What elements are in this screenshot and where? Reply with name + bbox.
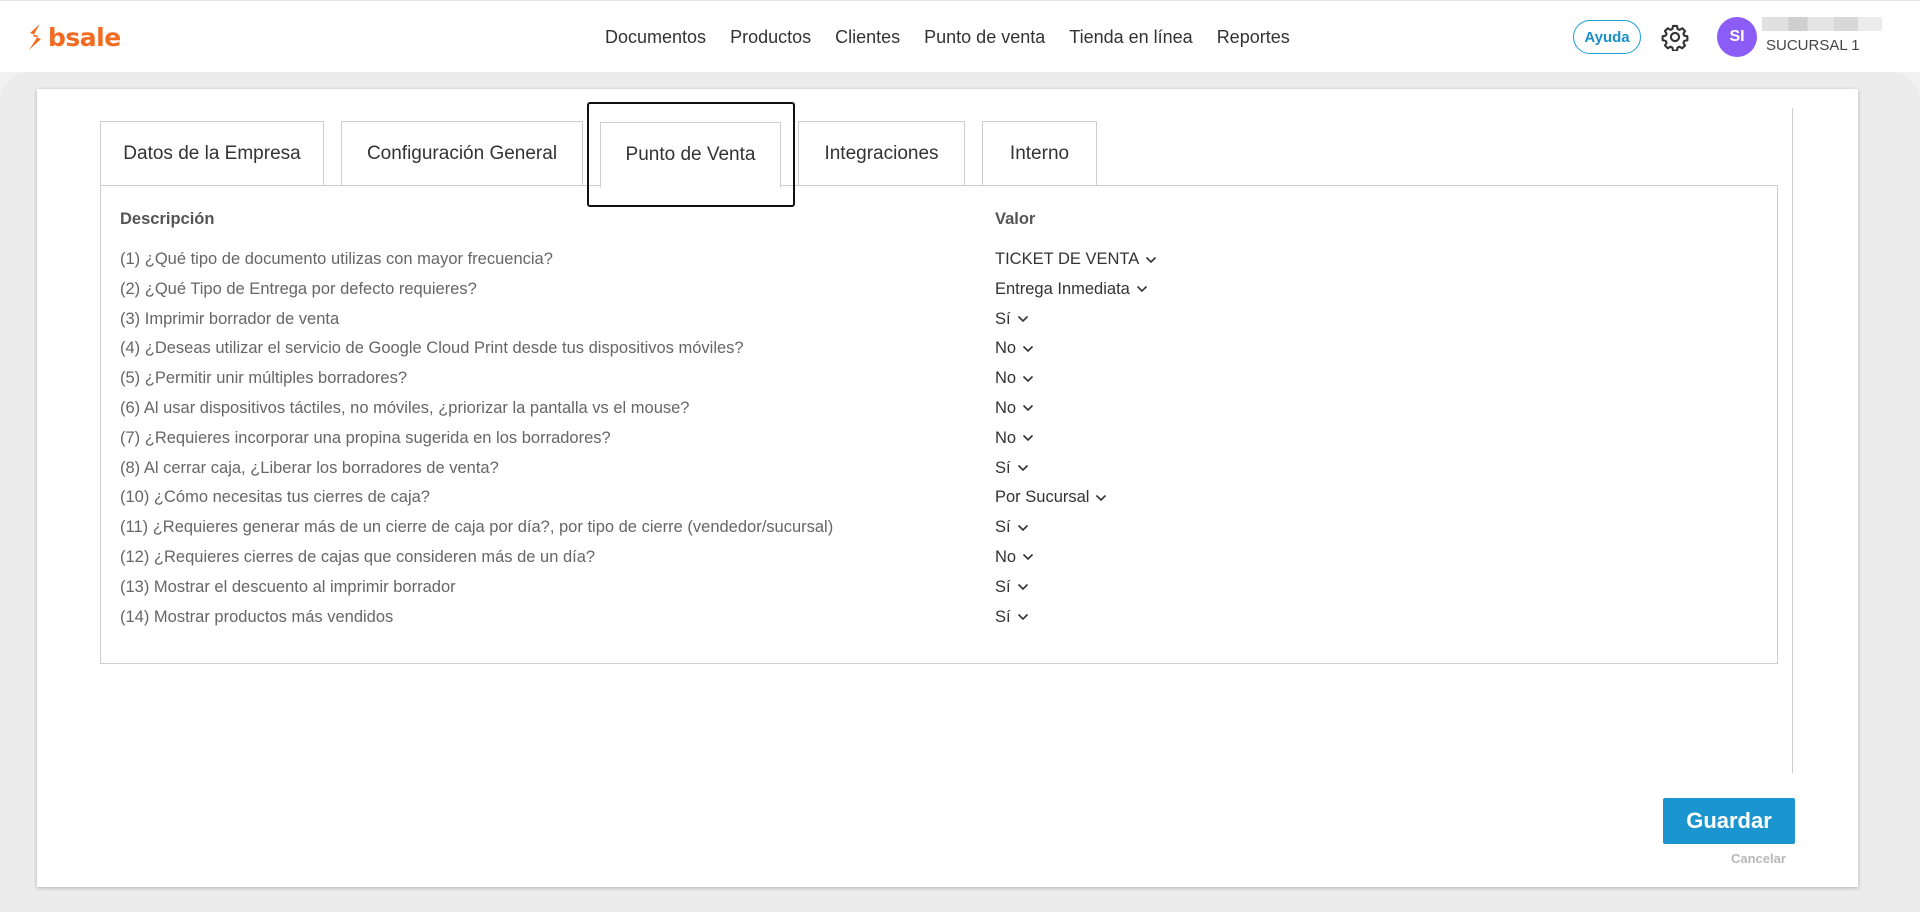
gear-icon[interactable] [1661,23,1689,51]
setting-description: (3) Imprimir borrador de venta [120,309,340,328]
setting-description: (14) Mostrar productos más vendidos [120,607,394,626]
setting-description: (10) ¿Cómo necesitas tus cierres de caja… [120,488,430,507]
setting-row: (7) ¿Requieres incorporar una propina su… [120,429,1760,459]
setting-row: (2) ¿Qué Tipo de Entrega por defecto req… [120,280,1760,310]
setting-value: Entrega Inmediata [995,279,1130,298]
brand-name: bsale [48,22,121,52]
chevron-down-icon [1023,435,1034,442]
setting-value: Sí [995,607,1011,626]
tab-punto-de-venta[interactable]: Punto de Venta [600,122,781,188]
setting-value: Por Sucursal [995,488,1090,507]
setting-row: (3) Imprimir borrador de venta Sí [120,310,1760,340]
chevron-down-icon [1017,465,1028,472]
setting-value-dropdown[interactable]: Sí [995,578,1029,597]
chevron-down-icon [1023,375,1034,382]
chevron-down-icon [1096,494,1107,502]
setting-description: (11) ¿Requieres generar más de un cierre… [120,518,834,537]
setting-value: Sí [995,577,1011,596]
setting-description: (12) ¿Requieres cierres de cajas que con… [120,547,596,566]
chevron-down-icon [1017,316,1028,323]
chevron-down-icon [1017,613,1028,621]
bsale-logo[interactable]: bsale [26,21,121,53]
setting-row: (6) Al usar dispositivos táctiles, no mó… [120,399,1760,429]
user-name-redacted [1762,17,1882,31]
setting-description: (1) ¿Qué tipo de documento utilizas con … [120,250,553,268]
chevron-down-icon [1017,584,1028,591]
setting-description: (4) ¿Deseas utilizar el servicio de Goog… [120,339,744,358]
setting-value-dropdown[interactable]: Sí [995,459,1029,478]
setting-row: (10) ¿Cómo necesitas tus cierres de caja… [120,488,1760,518]
setting-value-dropdown[interactable]: No [995,548,1034,567]
setting-value: No [995,339,1017,358]
top-navbar: bsale Documentos Productos Clientes Punt… [0,0,1920,72]
setting-value-dropdown[interactable]: TICKET DE VENTA [995,250,1157,269]
bsale-logo-icon [29,24,41,50]
setting-value: No [995,428,1017,447]
nav-item-productos[interactable]: Productos [718,23,823,51]
setting-value: No [995,398,1017,417]
chevron-down-icon [1146,256,1157,263]
help-button[interactable]: Ayuda [1573,20,1641,54]
settings-panel: Descripción Valor (1) ¿Qué tipo de docum… [100,185,1778,664]
setting-value-dropdown[interactable]: No [995,339,1034,358]
setting-description: (6) Al usar dispositivos táctiles, no mó… [120,398,690,417]
nav-item-punto-de-venta[interactable]: Punto de venta [912,23,1057,51]
tab-datos-de-la-empresa[interactable]: Datos de la Empresa [100,121,324,186]
nav-item-documentos[interactable]: Documentos [593,23,718,51]
setting-row: (4) ¿Deseas utilizar el servicio de Goog… [120,339,1760,369]
setting-row: (12) ¿Requieres cierres de cajas que con… [120,548,1760,578]
setting-description: (2) ¿Qué Tipo de Entrega por defecto req… [120,279,477,298]
setting-description: (8) Al cerrar caja, ¿Liberar los borrado… [120,458,499,477]
card-divider [1792,108,1793,773]
main-nav: Documentos Productos Clientes Punto de v… [593,23,1302,51]
chevron-down-icon [1023,554,1034,561]
setting-value: Sí [995,518,1011,537]
setting-description: (5) ¿Permitir unir múltiples borradores? [120,369,408,388]
setting-value: No [995,547,1017,566]
nav-item-clientes[interactable]: Clientes [823,23,912,51]
branch-label[interactable]: SUCURSAL 1 [1766,37,1860,54]
setting-row: (5) ¿Permitir unir múltiples borradores?… [120,369,1760,399]
description-column-header: Descripción [120,210,215,228]
chevron-down-icon [1023,345,1034,353]
tab-configuracion-general[interactable]: Configuración General [341,121,583,186]
setting-row: (11) ¿Requieres generar más de un cierre… [120,518,1760,548]
setting-value-dropdown[interactable]: Por Sucursal [995,488,1107,507]
setting-value-dropdown[interactable]: No [995,369,1034,388]
chevron-down-icon [1136,286,1147,293]
setting-value-dropdown[interactable]: No [995,429,1034,448]
setting-value-dropdown[interactable]: Sí [995,310,1029,329]
nav-item-tienda-en-linea[interactable]: Tienda en línea [1057,23,1204,51]
value-column-header: Valor [995,210,1036,228]
save-button[interactable]: Guardar [1663,798,1795,844]
setting-value: Sí [995,309,1011,328]
setting-value: Sí [995,458,1011,477]
setting-value-dropdown[interactable]: No [995,399,1034,418]
setting-description: (7) ¿Requieres incorporar una propina su… [120,428,611,447]
tab-integraciones[interactable]: Integraciones [798,121,965,186]
setting-row: (13) Mostrar el descuento al imprimir bo… [120,578,1760,608]
settings-list: (1) ¿Qué tipo de documento utilizas con … [120,250,1760,637]
setting-row: (1) ¿Qué tipo de documento utilizas con … [120,250,1760,280]
setting-value-dropdown[interactable]: Entrega Inmediata [995,280,1148,299]
setting-value: No [995,369,1017,388]
tab-interno[interactable]: Interno [982,121,1097,186]
setting-row: (8) Al cerrar caja, ¿Liberar los borrado… [120,459,1760,489]
chevron-down-icon [1023,405,1034,412]
user-avatar[interactable]: SI [1717,17,1757,57]
chevron-down-icon [1017,524,1028,531]
cancel-link[interactable]: Cancelar [1731,851,1786,866]
setting-value: TICKET DE VENTA [995,250,1140,268]
setting-value-dropdown[interactable]: Sí [995,608,1029,627]
nav-item-reportes[interactable]: Reportes [1205,23,1302,51]
setting-description: (13) Mostrar el descuento al imprimir bo… [120,577,456,596]
setting-value-dropdown[interactable]: Sí [995,518,1029,537]
setting-row: (14) Mostrar productos más vendidos Sí [120,608,1760,638]
